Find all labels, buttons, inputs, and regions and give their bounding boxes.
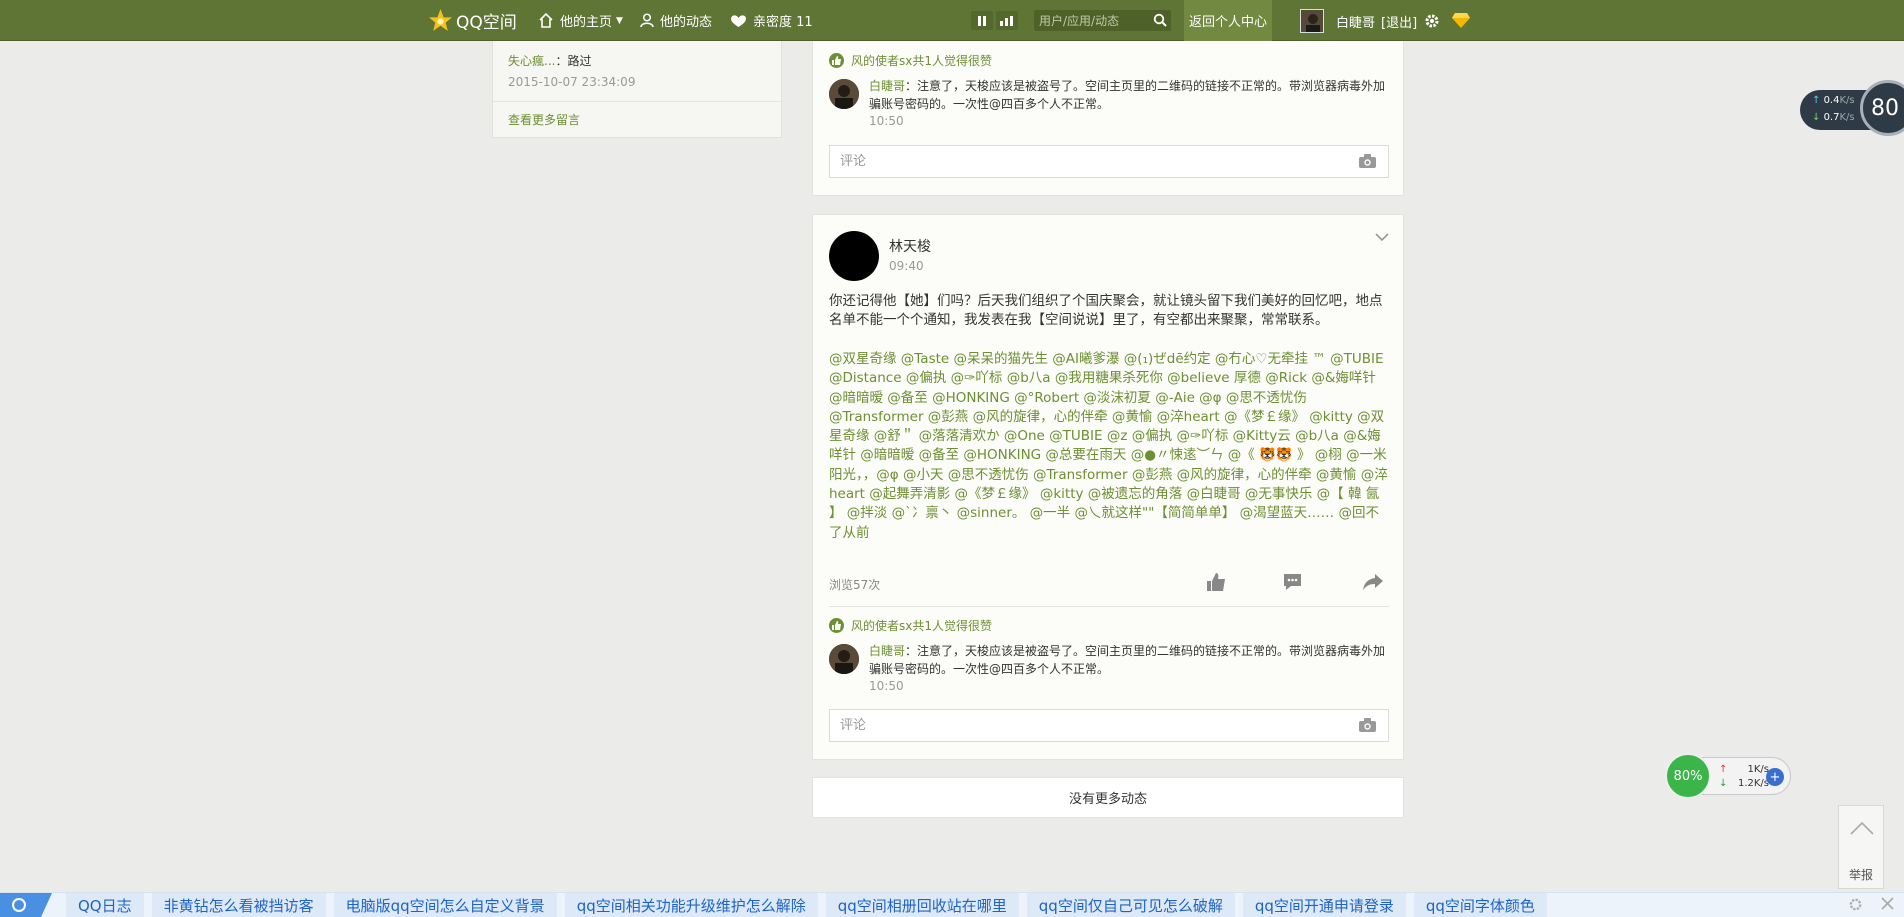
divider — [493, 101, 783, 102]
network-speed-widget[interactable]: ↑ 0.4K/s ↓ 0.7K/s 80 — [1800, 80, 1904, 136]
hot-search-link[interactable]: qq空间相册回收站在哪里 — [825, 893, 1019, 917]
chevron-down-icon[interactable] — [1375, 233, 1389, 242]
search-input[interactable] — [1034, 10, 1149, 31]
comment-body: ：注意了，天梭应该是被盗号了。空间主页里的二维码的链接不正常的。带浏览器病毒外加… — [869, 79, 1386, 111]
post-mentions[interactable]: @双星奇缘 @Taste @呆呆的猫先生 @AI曦爹瀑 @(₁)ぜdē约定 @冇… — [829, 350, 1389, 543]
comment-text: 白睫哥：注意了，天梭应该是被盗号了。空间主页里的二维码的链接不正常的。带浏览器病… — [869, 642, 1389, 678]
poster-avatar[interactable] — [829, 231, 879, 281]
hot-search-link[interactable]: qq空间仅自己可见怎么破解 — [1026, 893, 1235, 917]
bottom-bar-controls — [1848, 897, 1894, 912]
guestbook-entry: 失心瘋...：路过 — [508, 52, 591, 69]
guestbook-message: 路过 — [567, 54, 592, 68]
like-summary-text: 风的使者sx共1人觉得很赞 — [851, 619, 992, 633]
upload-speed: ↑ 0.4K/s — [1812, 95, 1855, 106]
nav-his-feed-label: 他的动态 — [660, 15, 713, 30]
user-area: 白睫哥 [退出] — [1300, 9, 1417, 33]
user-name[interactable]: 白睫哥 — [1336, 12, 1375, 31]
user-avatar[interactable] — [1300, 9, 1324, 33]
commenter-name[interactable]: 白睫哥 — [869, 79, 905, 93]
home-icon — [539, 13, 553, 28]
commenter-avatar[interactable] — [829, 644, 859, 674]
gear-icon[interactable] — [1424, 13, 1440, 29]
side-toolbar: 举报 — [1838, 805, 1884, 889]
nav-his-home-label: 他的主页 — [560, 15, 613, 30]
view-count: 浏览57次 — [829, 578, 881, 592]
heart-icon — [731, 14, 746, 27]
bottom-search-bar: QQ日志 非黄钻怎么看被挡访客 电脑版qq空间怎么自定义背景 qq空间相关功能升级维护… — [0, 892, 1904, 917]
people-icon — [640, 13, 654, 28]
guestbook-author[interactable]: 失心瘋... — [508, 54, 555, 68]
nav-his-feed[interactable]: 他的动态 — [640, 0, 712, 41]
comment-input[interactable] — [830, 710, 1350, 741]
upload-speed: ↑ 1K/s — [1719, 764, 1769, 775]
commenter-avatar[interactable] — [829, 79, 859, 109]
guestbook-box: 失心瘋...：路过 2015-10-07 23:34:09 查看更多留言 — [492, 41, 783, 138]
nav-his-home[interactable]: 他的主页 ▼ — [538, 0, 623, 41]
chevron-down-icon: ▼ — [616, 15, 623, 26]
like-summary[interactable]: 风的使者sx共1人觉得很赞 — [829, 617, 992, 634]
camera-icon[interactable] — [1359, 718, 1376, 732]
memory-usage-ring: 80 — [1860, 80, 1904, 136]
feed-card: 林天梭 09:40 你还记得他【她】们吗？后天我们组织了个国庆聚会，就让镜头留下… — [812, 214, 1404, 760]
logout-link[interactable]: [退出] — [1381, 12, 1417, 31]
like-summary[interactable]: 风的使者sx共1人觉得很赞 — [829, 52, 992, 69]
thumbs-up-icon — [829, 53, 844, 68]
network-speed-ball[interactable]: 80% ↑ 1K/s ↓ 1.2K/s + — [1665, 753, 1791, 799]
feed-card: 风的使者sx共1人觉得很赞 白睫哥：注意了，天梭应该是被盗号了。空间主页里的二维… — [812, 41, 1404, 196]
camera-icon[interactable] — [1359, 154, 1376, 168]
post-text: 你还记得他【她】们吗？后天我们组织了个国庆聚会，就让镜头留下我们美好的回忆吧，地… — [829, 293, 1383, 328]
close-icon[interactable] — [1881, 897, 1894, 910]
comment-body: ：注意了，天梭应该是被盗号了。空间主页里的二维码的链接不正常的。带浏览器病毒外加… — [869, 644, 1386, 676]
divider — [829, 606, 1389, 607]
pause-icon — [978, 15, 986, 26]
comment-input[interactable] — [830, 146, 1350, 177]
thumbs-up-icon — [829, 618, 844, 633]
comment-text: 白睫哥：注意了，天梭应该是被盗号了。空间主页里的二维码的链接不正常的。带浏览器病… — [869, 77, 1389, 113]
hot-search-link[interactable]: QQ日志 — [66, 893, 144, 917]
comment-box — [829, 145, 1389, 178]
comment-box — [829, 709, 1389, 742]
search-icon[interactable] — [1153, 13, 1167, 27]
hot-search-link[interactable]: qq空间字体颜色 — [1413, 893, 1547, 917]
comment-time: 10:50 — [869, 114, 904, 128]
hot-search-link[interactable]: 电脑版qq空间怎么自定义背景 — [333, 893, 557, 917]
top-navbar: QQ空间 他的主页 ▼ 他的动态 亲密度 11 返回个人中心 白睫哥 [退出] — [0, 0, 1904, 41]
no-more-feeds: 没有更多动态 — [812, 777, 1404, 818]
stats-button[interactable] — [996, 11, 1018, 30]
download-speed: ↓ 0.7K/s — [1812, 112, 1855, 123]
search-logo-icon[interactable] — [0, 893, 52, 917]
avatar-image — [1301, 10, 1323, 32]
hot-search-link[interactable]: qq空间开通申请登录 — [1242, 893, 1406, 917]
comment-time: 10:50 — [869, 679, 904, 693]
intimacy-indicator[interactable]: 亲密度 11 — [730, 0, 813, 41]
hot-search-links: QQ日志 非黄钻怎么看被挡访客 电脑版qq空间怎么自定义背景 qq空间相关功能升级维护… — [66, 893, 1555, 917]
memory-percent: 80% — [1665, 753, 1711, 799]
pause-button[interactable] — [971, 11, 993, 30]
share-icon[interactable] — [1363, 573, 1383, 591]
guestbook-time: 2015-10-07 23:34:09 — [508, 75, 636, 89]
poster-name[interactable]: 林天梭 — [889, 236, 931, 256]
return-personal-center-button[interactable]: 返回个人中心 — [1184, 0, 1272, 41]
bar-chart-icon — [1000, 15, 1013, 26]
intimacy-label: 亲密度 11 — [753, 15, 813, 30]
report-link[interactable]: 举报 — [1839, 866, 1883, 883]
like-summary-text: 风的使者sx共1人觉得很赞 — [851, 54, 992, 68]
comment-icon[interactable] — [1283, 573, 1302, 591]
hot-search-link[interactable]: 非黄钻怎么看被挡访客 — [151, 893, 326, 917]
view-more-messages-link[interactable]: 查看更多留言 — [508, 111, 580, 128]
post-time: 09:40 — [889, 259, 924, 273]
download-speed: ↓ 1.2K/s — [1719, 778, 1769, 789]
brand-text: QQ空间 — [456, 12, 517, 33]
qzone-star-icon — [429, 8, 452, 31]
commenter-name[interactable]: 白睫哥 — [869, 644, 905, 658]
back-to-top-icon[interactable] — [1849, 820, 1875, 836]
hot-search-link[interactable]: qq空间相关功能升级维护怎么解除 — [564, 893, 818, 917]
settings-icon[interactable] — [1848, 897, 1863, 912]
diamond-icon[interactable] — [1452, 13, 1470, 28]
guestbook-separator: ： — [555, 54, 568, 68]
search-box — [1034, 10, 1171, 31]
qzone-logo[interactable]: QQ空间 — [428, 8, 517, 33]
plus-icon[interactable]: + — [1766, 768, 1784, 786]
like-icon[interactable] — [1207, 573, 1225, 591]
